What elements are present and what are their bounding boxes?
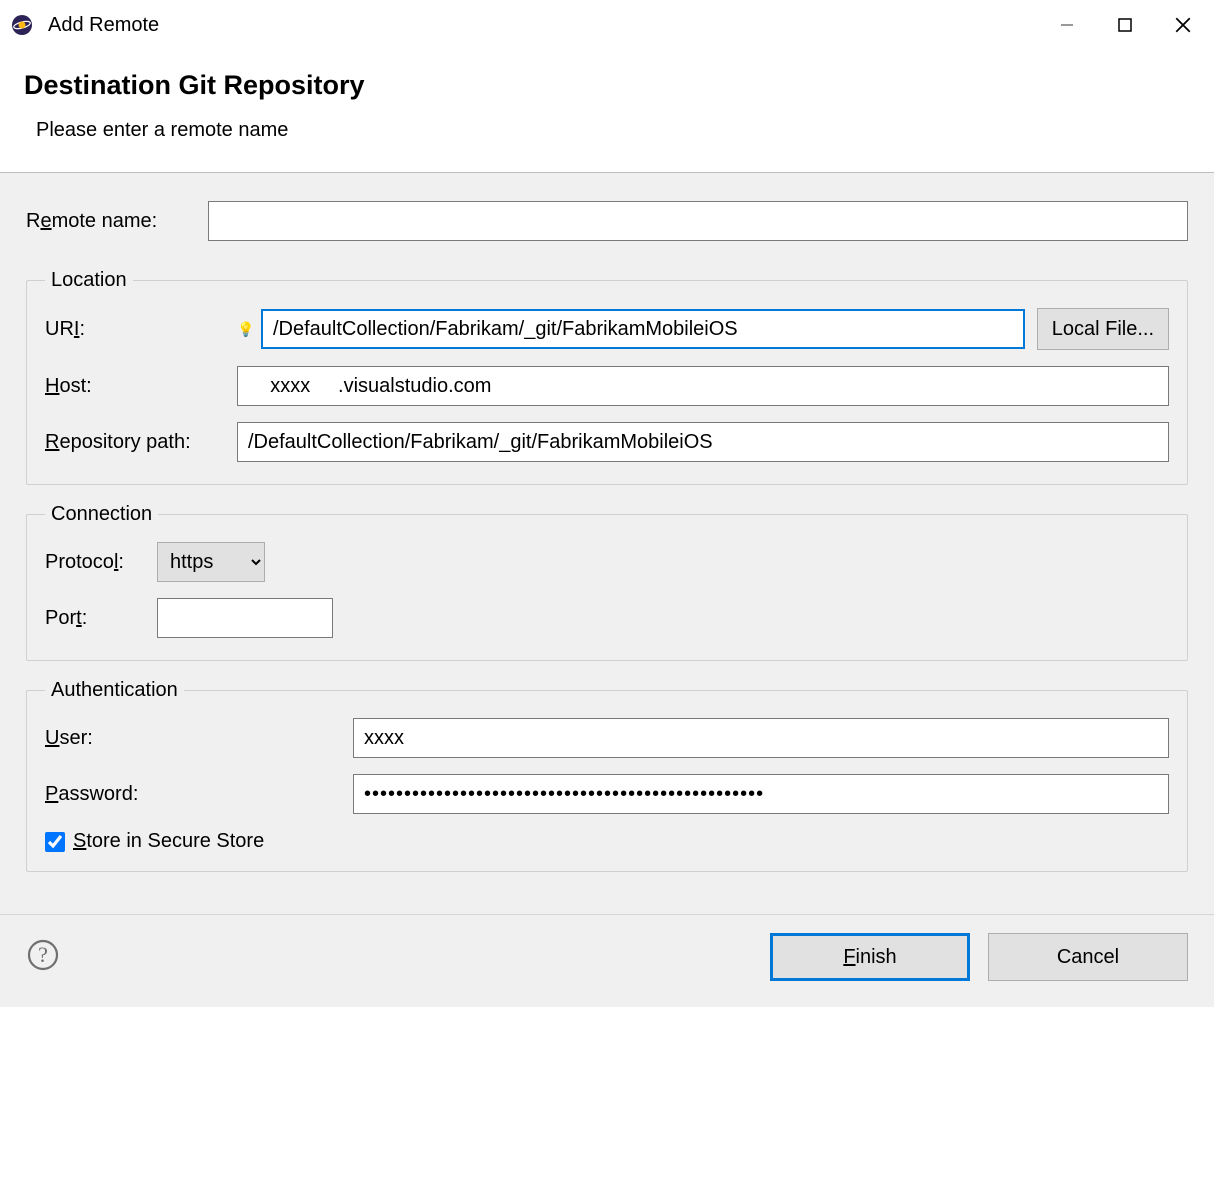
mnemonic: F xyxy=(843,946,855,968)
local-file-button[interactable]: Local File... xyxy=(1037,308,1169,350)
form-area: Remote name: Location URI: 💡 Local File.… xyxy=(0,173,1214,914)
app-icon xyxy=(8,11,36,39)
label-text: assword: xyxy=(58,783,138,805)
location-legend: Location xyxy=(45,269,133,292)
protocol-select[interactable]: https xyxy=(157,542,265,582)
svg-text:?: ? xyxy=(38,942,48,967)
connection-legend: Connection xyxy=(45,503,158,526)
mnemonic: P xyxy=(45,783,58,805)
window-controls xyxy=(1044,7,1206,43)
host-row: Host: xyxy=(45,366,1169,406)
authentication-legend: Authentication xyxy=(45,679,184,702)
label-text: : xyxy=(118,551,124,573)
label-text: : xyxy=(79,318,85,340)
minimize-button[interactable] xyxy=(1044,7,1090,43)
port-label: Port: xyxy=(45,607,145,630)
dialog-footer: ? Finish Cancel xyxy=(0,914,1214,1007)
cancel-button[interactable]: Cancel xyxy=(988,933,1188,981)
label-text: epository path: xyxy=(59,431,190,453)
repo-path-input[interactable] xyxy=(237,422,1169,462)
close-button[interactable] xyxy=(1160,7,1206,43)
password-row: Password: xyxy=(45,774,1169,814)
repo-path-row: Repository path: xyxy=(45,422,1169,462)
user-row: User: xyxy=(45,718,1169,758)
port-row: Port: xyxy=(45,598,1169,638)
remote-name-row: Remote name: xyxy=(26,201,1188,241)
port-input[interactable] xyxy=(157,598,333,638)
finish-button[interactable]: Finish xyxy=(770,933,970,981)
remote-name-input[interactable] xyxy=(208,201,1188,241)
label-text: mote name: xyxy=(52,210,158,232)
protocol-row: Protocol: https xyxy=(45,542,1169,582)
label-text: Protoco xyxy=(45,551,114,573)
store-secure-checkbox[interactable] xyxy=(45,832,65,852)
host-input[interactable] xyxy=(237,366,1169,406)
page-subtitle: Please enter a remote name xyxy=(24,119,1190,142)
protocol-label: Protocol: xyxy=(45,551,145,574)
password-input[interactable] xyxy=(353,774,1169,814)
uri-input[interactable] xyxy=(261,309,1025,349)
label-text: : xyxy=(82,607,88,629)
mnemonic: R xyxy=(45,431,59,453)
authentication-group: Authentication User: Password: Store in … xyxy=(26,679,1188,872)
connection-group: Connection Protocol: https Port: xyxy=(26,503,1188,661)
maximize-button[interactable] xyxy=(1102,7,1148,43)
mnemonic: e xyxy=(40,210,51,232)
store-secure-row: Store in Secure Store xyxy=(45,830,1169,853)
label-text: Por xyxy=(45,607,76,629)
uri-row: URI: 💡 Local File... xyxy=(45,308,1169,350)
store-secure-label: Store in Secure Store xyxy=(73,830,264,853)
label-text: UR xyxy=(45,318,74,340)
label-text: ser: xyxy=(59,727,92,749)
mnemonic: U xyxy=(45,727,59,749)
window-title: Add Remote xyxy=(48,14,1044,37)
page-title: Destination Git Repository xyxy=(24,70,1190,101)
dialog-header: Destination Git Repository Please enter … xyxy=(0,50,1214,172)
titlebar: Add Remote xyxy=(0,0,1214,50)
label-text: inish xyxy=(856,946,897,968)
repo-path-label: Repository path: xyxy=(45,431,225,454)
label-text: tore in Secure Store xyxy=(86,830,264,852)
bulb-icon: 💡 xyxy=(237,321,249,338)
host-label: Host: xyxy=(45,375,225,398)
help-icon[interactable]: ? xyxy=(26,938,60,977)
remote-name-label: Remote name: xyxy=(26,210,196,233)
location-group: Location URI: 💡 Local File... Host: Repo… xyxy=(26,269,1188,485)
label-text: ost: xyxy=(59,375,91,397)
user-input[interactable] xyxy=(353,718,1169,758)
mnemonic: S xyxy=(73,830,86,852)
uri-label: URI: xyxy=(45,318,225,341)
mnemonic: H xyxy=(45,375,59,397)
user-label: User: xyxy=(45,727,341,750)
password-label: Password: xyxy=(45,783,341,806)
label-text: R xyxy=(26,210,40,232)
